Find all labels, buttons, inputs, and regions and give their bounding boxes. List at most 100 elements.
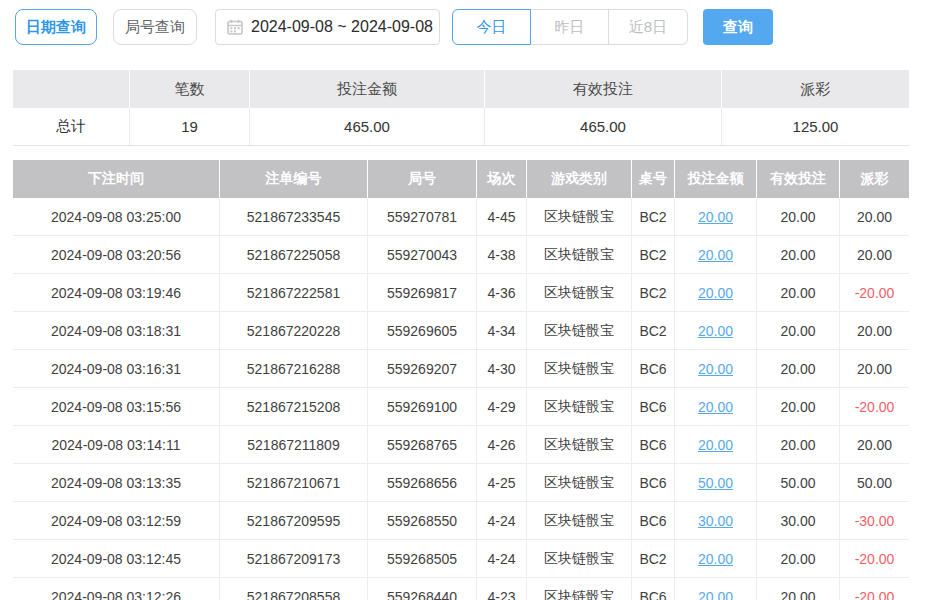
table-code: BC6 [632, 426, 675, 463]
table-code: BC6 [632, 350, 675, 387]
valid-bet: 30.00 [757, 502, 840, 539]
valid-bet: 50.00 [757, 464, 840, 501]
payout: 20.00 [840, 426, 909, 463]
bet-amount-link[interactable]: 20.00 [698, 551, 733, 567]
bet-amount-link[interactable]: 20.00 [698, 437, 733, 453]
bet-amount-link[interactable]: 20.00 [698, 589, 733, 600]
bet-time: 2024-09-08 03:20:56 [13, 236, 220, 273]
summary-header-valid-bet: 有效投注 [485, 70, 722, 108]
bet-id: 521867220228 [220, 312, 368, 349]
payout: 20.00 [840, 236, 909, 273]
today-button[interactable]: 今日 [452, 9, 531, 45]
records-body: 2024-09-08 03:25:00 521867233545 5592707… [13, 198, 909, 600]
game-type: 区块链骰宝 [527, 502, 632, 539]
summary-header-empty [13, 70, 130, 108]
bet-amount-cell: 20.00 [675, 198, 757, 235]
header-table-code: 桌号 [632, 160, 675, 198]
record-row: 2024-09-08 03:25:00 521867233545 5592707… [13, 198, 909, 236]
bet-amount-link[interactable]: 30.00 [698, 513, 733, 529]
bet-time: 2024-09-08 03:13:35 [13, 464, 220, 501]
table-code: BC2 [632, 540, 675, 577]
round-id: 559269100 [368, 388, 477, 425]
summary-header-payout: 派彩 [722, 70, 909, 108]
valid-bet: 20.00 [757, 388, 840, 425]
quick-range-group: 今日 昨日 近8日 [452, 9, 688, 45]
records-table: 下注时间 注单编号 局号 场次 游戏类别 桌号 投注金额 有效投注 派彩 202… [13, 160, 909, 600]
round-id: 559270781 [368, 198, 477, 235]
record-row: 2024-09-08 03:19:46 521867222581 5592698… [13, 274, 909, 312]
game-type: 区块链骰宝 [527, 274, 632, 311]
bet-amount-link[interactable]: 50.00 [698, 475, 733, 491]
payout: -20.00 [840, 274, 909, 311]
session: 4-36 [477, 274, 527, 311]
bet-amount-link[interactable]: 20.00 [698, 361, 733, 377]
header-game-type: 游戏类别 [527, 160, 632, 198]
record-row: 2024-09-08 03:13:35 521867210671 5592686… [13, 464, 909, 502]
bet-time: 2024-09-08 03:15:56 [13, 388, 220, 425]
table-code: BC6 [632, 464, 675, 501]
bet-amount-cell: 20.00 [675, 426, 757, 463]
bet-id: 521867209595 [220, 502, 368, 539]
date-query-tab[interactable]: 日期查询 [15, 9, 97, 45]
valid-bet: 20.00 [757, 198, 840, 235]
table-code: BC6 [632, 502, 675, 539]
session: 4-30 [477, 350, 527, 387]
payout: -20.00 [840, 578, 909, 600]
search-button[interactable]: 查询 [703, 9, 773, 45]
table-code: BC2 [632, 274, 675, 311]
date-range-value: 2024-09-08 ~ 2024-09-08 [251, 18, 433, 36]
bet-amount-link[interactable]: 20.00 [698, 209, 733, 225]
summary-total-count: 19 [130, 108, 250, 145]
record-row: 2024-09-08 03:20:56 521867225058 5592700… [13, 236, 909, 274]
header-session: 场次 [477, 160, 527, 198]
bet-amount-link[interactable]: 20.00 [698, 399, 733, 415]
valid-bet: 20.00 [757, 350, 840, 387]
summary-total-payout: 125.00 [722, 108, 909, 145]
bet-amount-cell: 20.00 [675, 388, 757, 425]
game-type: 区块链骰宝 [527, 540, 632, 577]
bet-time: 2024-09-08 03:12:26 [13, 578, 220, 600]
summary-header-count: 笔数 [130, 70, 250, 108]
round-id: 559268440 [368, 578, 477, 600]
last-8-days-button[interactable]: 近8日 [609, 9, 688, 45]
game-type: 区块链骰宝 [527, 198, 632, 235]
bet-time: 2024-09-08 03:19:46 [13, 274, 220, 311]
round-query-tab[interactable]: 局号查询 [113, 9, 197, 45]
bet-id: 521867222581 [220, 274, 368, 311]
valid-bet: 20.00 [757, 312, 840, 349]
yesterday-button[interactable]: 昨日 [531, 9, 609, 45]
bet-time: 2024-09-08 03:18:31 [13, 312, 220, 349]
valid-bet: 20.00 [757, 578, 840, 600]
bet-amount-cell: 20.00 [675, 312, 757, 349]
bet-amount-link[interactable]: 20.00 [698, 285, 733, 301]
bet-id: 521867225058 [220, 236, 368, 273]
bet-time: 2024-09-08 03:14:11 [13, 426, 220, 463]
round-id: 559268765 [368, 426, 477, 463]
record-row: 2024-09-08 03:14:11 521867211809 5592687… [13, 426, 909, 464]
header-payout: 派彩 [840, 160, 909, 198]
table-code: BC6 [632, 388, 675, 425]
bet-amount-cell: 50.00 [675, 464, 757, 501]
bet-time: 2024-09-08 03:12:59 [13, 502, 220, 539]
bet-time: 2024-09-08 03:12:45 [13, 540, 220, 577]
table-code: BC6 [632, 578, 675, 600]
bet-amount-link[interactable]: 20.00 [698, 247, 733, 263]
record-row: 2024-09-08 03:12:45 521867209173 5592685… [13, 540, 909, 578]
round-id: 559269817 [368, 274, 477, 311]
bet-time: 2024-09-08 03:16:31 [13, 350, 220, 387]
summary-total-row: 总计 19 465.00 465.00 125.00 [13, 108, 909, 146]
bet-amount-link[interactable]: 20.00 [698, 323, 733, 339]
table-code: BC2 [632, 312, 675, 349]
record-row: 2024-09-08 03:12:26 521867208558 5592684… [13, 578, 909, 600]
round-id: 559269207 [368, 350, 477, 387]
date-range-input[interactable]: 2024-09-08 ~ 2024-09-08 [215, 9, 440, 45]
game-type: 区块链骰宝 [527, 426, 632, 463]
session: 4-24 [477, 502, 527, 539]
session: 4-38 [477, 236, 527, 273]
bet-id: 521867215208 [220, 388, 368, 425]
session: 4-25 [477, 464, 527, 501]
bet-id: 521867216288 [220, 350, 368, 387]
summary-header-bet-amount: 投注金额 [250, 70, 485, 108]
table-code: BC2 [632, 198, 675, 235]
session: 4-34 [477, 312, 527, 349]
